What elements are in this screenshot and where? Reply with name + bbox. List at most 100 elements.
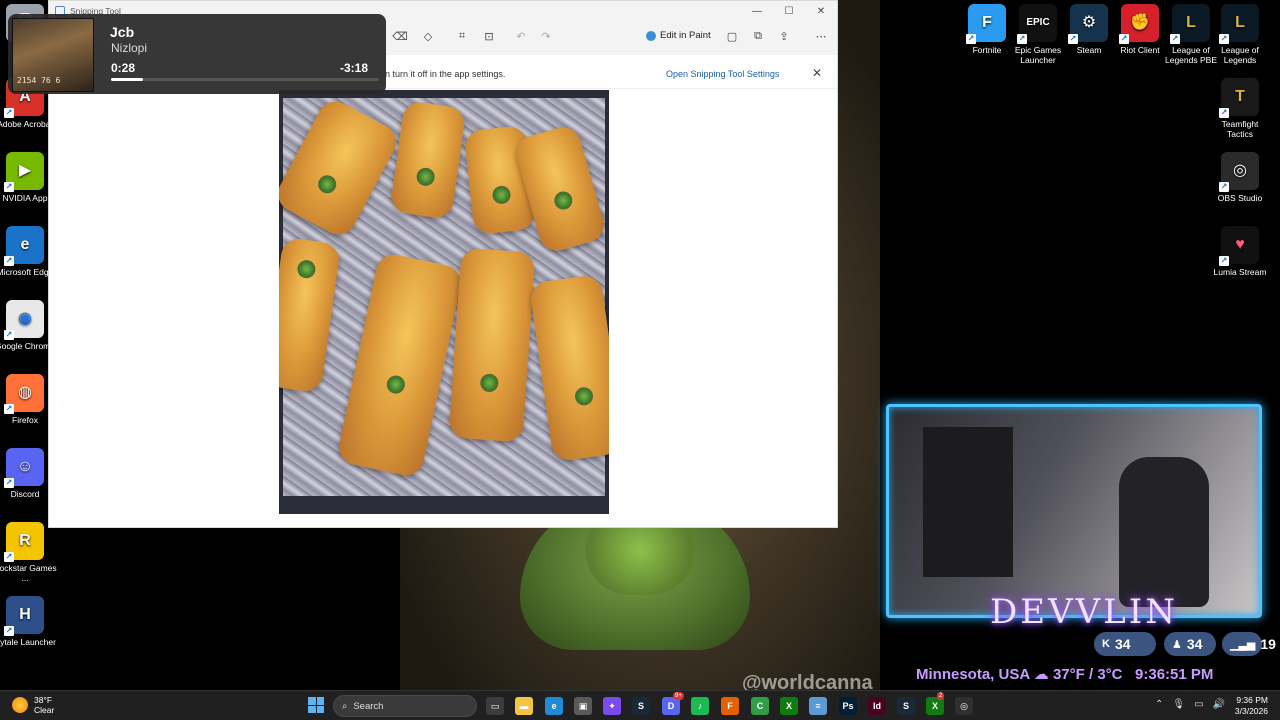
discord-icon: ☺ ↗	[4, 448, 44, 488]
volume-icon[interactable]: 🔊	[1213, 699, 1225, 710]
viewers-icon: ♟	[1172, 638, 1182, 651]
playback-progress-fill	[111, 78, 144, 81]
desktop-shortcut[interactable]: ♥ ↗ Lumia Stream	[1208, 226, 1272, 277]
firefox-icon: ◍ ↗	[4, 374, 44, 414]
microphone-icon[interactable]: 🎙	[1172, 699, 1185, 710]
share-icon[interactable]: ⇪	[776, 30, 792, 46]
stream-stat-pill: ♟ 34	[1164, 632, 1216, 656]
track-title: Jcb	[110, 24, 135, 40]
taskbar-firefox-icon[interactable]: F	[721, 697, 739, 715]
open-settings-link[interactable]: Open Snipping Tool Settings	[666, 69, 779, 79]
desktop-shortcut-label: League of Legends	[1221, 45, 1259, 65]
weather-temp: 38°F	[34, 695, 53, 705]
webcam-feed	[886, 404, 1262, 618]
redo-icon[interactable]: ↷	[538, 30, 554, 46]
taskbar-ms-store-icon[interactable]: ▣	[574, 697, 592, 715]
minimize-button[interactable]: —	[741, 6, 773, 17]
desktop-shortcut[interactable]: L ↗ League of Legends	[1208, 4, 1272, 65]
steam-icon: ⚙ ↗	[1068, 4, 1108, 44]
stream-stat-value: 34	[1186, 636, 1203, 652]
album-art: 2154 76 6	[12, 18, 94, 92]
taskbar-steam-icon[interactable]: S	[632, 697, 650, 715]
taskbar-search-box[interactable]: ⌕ Search	[333, 695, 477, 717]
rockstar-icon: R ↗	[4, 522, 44, 562]
track-artist: Nizlopi	[111, 41, 148, 55]
taskbar-weather-widget[interactable]: 38°F Clear	[12, 695, 54, 715]
maximize-button[interactable]: ☐	[773, 6, 805, 17]
more-options-icon[interactable]: ⋯	[813, 30, 829, 46]
desktop-shortcut-label: Hytale Launcher	[0, 637, 56, 647]
taskbar-clock[interactable]: 9:36 PM 3/3/2026	[1232, 695, 1268, 717]
eraser-tool-icon[interactable]: ⌫	[392, 30, 408, 46]
weather-moon-icon: ☁	[1033, 666, 1053, 683]
crop-tool-icon[interactable]: ⌗	[454, 30, 470, 46]
stream-stat-pill: K 34	[1094, 632, 1156, 656]
elapsed-time: 0:28	[111, 61, 136, 75]
taskbar-edge-icon[interactable]: e	[545, 697, 563, 715]
nvidia-icon: ▶ ↗	[4, 152, 44, 192]
edge-icon: e ↗	[4, 226, 44, 266]
bars-icon: ▁▃▅	[1230, 638, 1256, 651]
tray-overflow-chevron-icon[interactable]: ⌃	[1155, 699, 1163, 710]
taskbar-steam-2-icon[interactable]: S	[897, 697, 915, 715]
clock-date: 3/3/2026	[1234, 706, 1268, 716]
network-icon[interactable]: ▭	[1194, 699, 1203, 710]
taskbar-obs-icon[interactable]: ◎	[955, 697, 973, 715]
taskbar-chrome-icon[interactable]: C	[751, 697, 769, 715]
food-roll	[448, 247, 536, 443]
captured-food-image	[279, 90, 609, 514]
copy-icon[interactable]: ⧉	[750, 30, 766, 46]
epic-games-icon: EPIC ↗	[1017, 4, 1057, 44]
search-placeholder: Search	[353, 700, 384, 712]
stream-stat-pill: ▁▃▅ 19	[1222, 632, 1276, 656]
now-playing-overlay[interactable]: 2154 76 6 Jcb Nizlopi 0:28 -3:18	[8, 14, 386, 94]
system-tray: ⌃ 🎙 ▭ 🔊	[1155, 699, 1225, 710]
riot-client-icon: ✊ ↗	[1119, 4, 1159, 44]
save-icon[interactable]: ▢	[724, 30, 740, 46]
album-art-text: 2154 76 6	[17, 76, 61, 85]
undo-icon[interactable]: ↶	[513, 30, 529, 46]
taskbar-xbox-icon[interactable]: X	[780, 697, 798, 715]
taskbar-spotify-icon[interactable]: ♪	[691, 697, 709, 715]
clock-time: 9:36 PM	[1236, 695, 1268, 705]
taskbar-copilot-icon[interactable]: ✦	[603, 697, 621, 715]
taskbar-notepad-icon[interactable]: ≡	[809, 697, 827, 715]
tft-icon: T ↗	[1219, 78, 1259, 118]
stream-time: 9:36:51 PM	[1135, 666, 1214, 683]
banner-message: n turn it off in the app settings.	[385, 69, 506, 79]
taskbar-task-view-icon[interactable]: ▭	[486, 697, 504, 715]
stream-location: Minnesota, USA	[916, 666, 1030, 683]
banner-close-icon[interactable]: ✕	[812, 66, 822, 80]
streamer-name: DEVVLIN	[990, 592, 1178, 632]
edit-in-paint-label: Edit in Paint	[660, 30, 711, 41]
taskbar-file-explorer-icon[interactable]: ▬	[515, 697, 533, 715]
stream-info-line: Minnesota, USA ☁ 37°F / 3°C 9:36:51 PM	[916, 665, 1213, 683]
start-button[interactable]	[308, 697, 324, 713]
obs-icon: ◎ ↗	[1219, 152, 1259, 192]
desktop-shortcut-label: Lumia Stream	[1213, 267, 1267, 277]
desktop-shortcut[interactable]: T ↗ Teamfight Tactics	[1208, 78, 1272, 139]
discord-notification-badge: 9+	[673, 692, 684, 700]
weather-icon	[12, 697, 28, 713]
stream-weather: 37°F / 3°C	[1052, 666, 1123, 683]
taskbar-photoshop-icon[interactable]: Ps	[839, 697, 857, 715]
desktop-shortcut-label: Rockstar Games ...	[0, 563, 57, 583]
webcam-chair	[1119, 457, 1209, 607]
remaining-time: -3:18	[340, 61, 369, 75]
close-window-button[interactable]: ✕	[805, 6, 837, 17]
desktop-shortcut[interactable]: H ↗ Hytale Launcher	[0, 596, 57, 647]
edit-in-paint-button[interactable]: Edit in Paint	[646, 30, 711, 41]
league-icon: L ↗	[1219, 4, 1259, 44]
league-pbe-icon: L ↗	[1170, 4, 1210, 44]
search-icon: ⌕	[342, 700, 348, 712]
desktop-shortcut[interactable]: ◎ ↗ OBS Studio	[1208, 152, 1272, 203]
desktop-shortcut[interactable]: R↗Rockstar Games ...	[0, 522, 57, 583]
stream-stat-value: 34	[1114, 636, 1131, 652]
fortnite-icon: F ↗	[966, 4, 1006, 44]
playback-progress-bar[interactable]	[111, 78, 379, 81]
taskbar-indesign-icon[interactable]: Id	[868, 697, 886, 715]
hytale-icon: H ↗	[4, 596, 44, 636]
shapes-tool-icon[interactable]: ◇	[420, 30, 436, 46]
taskbar: 38°F Clear ⌕ Search ▭ ▬ e ▣ ✦ S D ♪ F C X ≡ Ps Id S X ◎ 9…	[0, 690, 1280, 720]
text-actions-icon[interactable]: ⊡	[481, 30, 497, 46]
